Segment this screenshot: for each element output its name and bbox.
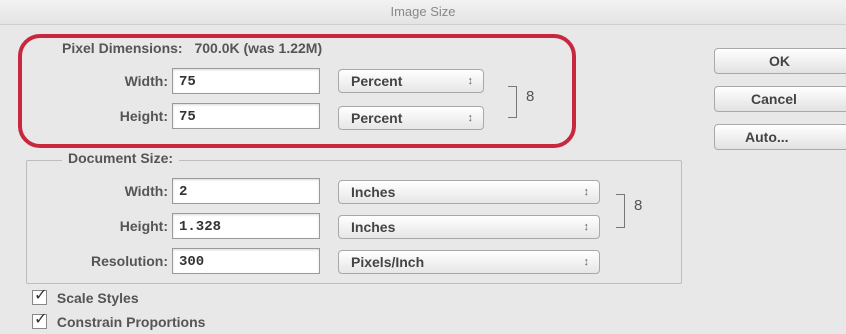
doc-width-unit-select[interactable]: Inches ↕ — [338, 180, 600, 204]
auto-button-label: Auto... — [745, 129, 789, 145]
select-arrows-icon: ↕ — [583, 186, 590, 198]
constrain-proportions-option[interactable]: ✓ Constrain Proportions — [32, 311, 206, 334]
doc-height-label: Height: — [119, 218, 168, 234]
highlight-annotation — [18, 34, 576, 148]
scale-styles-checkbox[interactable]: ✓ — [32, 287, 47, 305]
scale-styles-option[interactable]: ✓ Scale Styles — [32, 287, 139, 310]
doc-height-unit-value: Inches — [351, 219, 396, 235]
checkmark-icon: ✓ — [34, 310, 48, 328]
dialog-title: Image Size — [0, 0, 846, 25]
chain-link-icon: 8 — [634, 197, 643, 214]
ok-button[interactable]: OK — [714, 48, 846, 74]
select-arrows-icon: ↕ — [583, 221, 590, 233]
doc-width-label: Width: — [124, 183, 168, 199]
constrain-proportions-checkbox[interactable]: ✓ — [32, 311, 47, 329]
doc-link-bracket — [616, 194, 625, 228]
scale-styles-label: Scale Styles — [56, 290, 139, 306]
auto-button[interactable]: Auto... — [714, 124, 846, 150]
select-arrows-icon: ↕ — [583, 256, 590, 268]
resolution-input[interactable]: 300 — [172, 248, 320, 274]
constrain-proportions-label: Constrain Proportions — [56, 314, 206, 330]
resolution-label: Resolution: — [91, 253, 168, 269]
doc-width-input[interactable]: 2 — [172, 178, 320, 204]
checkmark-icon: ✓ — [34, 286, 48, 304]
doc-height-input[interactable]: 1.328 — [172, 213, 320, 239]
cancel-button-label: Cancel — [751, 91, 797, 107]
document-size-legend: Document Size: — [62, 150, 180, 166]
cancel-button[interactable]: Cancel — [714, 86, 846, 112]
doc-width-unit-value: Inches — [351, 184, 396, 200]
resolution-unit-select[interactable]: Pixels/Inch ↕ — [338, 250, 600, 274]
resolution-unit-value: Pixels/Inch — [351, 254, 425, 270]
ok-button-label: OK — [769, 53, 790, 69]
doc-height-unit-select[interactable]: Inches ↕ — [338, 215, 600, 239]
